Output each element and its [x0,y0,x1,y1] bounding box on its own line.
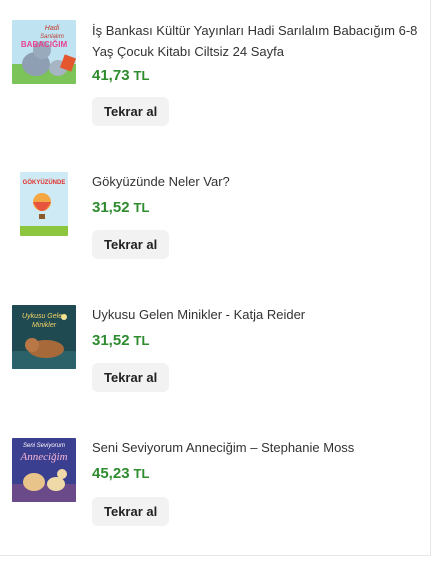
cover-title: GÖKYÜZÜNDE [23,179,66,186]
price-value: 41,73 [92,67,130,84]
cover-title-line1: Hadi [45,25,60,32]
horses-book-cover-icon: Seni Seviyorum Anneciğim [12,438,76,502]
price-currency: TL [133,68,150,83]
price-value: 31,52 [92,199,130,216]
product-price: 31,52 TL [92,331,422,351]
price-value: 45,23 [92,465,130,482]
product-image-uykusu[interactable]: Uykusu Gelen Minikler [12,305,76,369]
price-currency: TL [133,200,150,215]
product-title[interactable]: Gökyüzünde Neler Var? [92,171,422,192]
order-list: Hadi Sarılalım BABACIĞIM İş Bankası Kült… [0,0,431,556]
product-image-annecigim[interactable]: Seni Seviyorum Anneciğim [12,438,76,502]
hot-air-balloon-book-cover-icon: GÖKYÜZÜNDE [20,172,68,236]
product-price: 31,52 TL [92,198,422,218]
price-currency: TL [133,333,150,348]
sleeping-otter-book-cover-icon: Uykusu Gelen Minikler [12,305,76,369]
buy-again-button[interactable]: Tekrar al [92,97,170,126]
buy-again-button[interactable]: Tekrar al [92,230,170,259]
product-title[interactable]: Seni Seviyorum Anneciğim – Stephanie Mos… [92,437,422,458]
cover-title-line3: BABACIĞIM [21,40,68,49]
buy-again-button[interactable]: Tekrar al [92,497,170,526]
price-currency: TL [133,466,150,481]
cover-title-line2: Anneciğim [19,451,67,463]
product-price: 41,73 TL [92,66,422,86]
cover-title-line1: Seni Seviyorum [23,443,65,449]
elephant-book-cover-icon: Hadi Sarılalım BABACIĞIM [12,20,76,84]
product-title[interactable]: Uykusu Gelen Minikler - Katja Reider [92,304,422,325]
buy-again-button[interactable]: Tekrar al [92,363,170,392]
product-title[interactable]: İş Bankası Kültür Yayınları Hadi Sarılal… [92,20,422,62]
product-price: 45,23 TL [92,464,422,484]
product-image-babacigim[interactable]: Hadi Sarılalım BABACIĞIM [12,20,76,84]
price-value: 31,52 [92,332,130,349]
cover-title-line1: Uykusu Gelen [22,313,66,320]
cover-title-line2: Minikler [32,322,57,329]
product-image-gokyuzunde[interactable]: GÖKYÜZÜNDE [20,172,68,236]
